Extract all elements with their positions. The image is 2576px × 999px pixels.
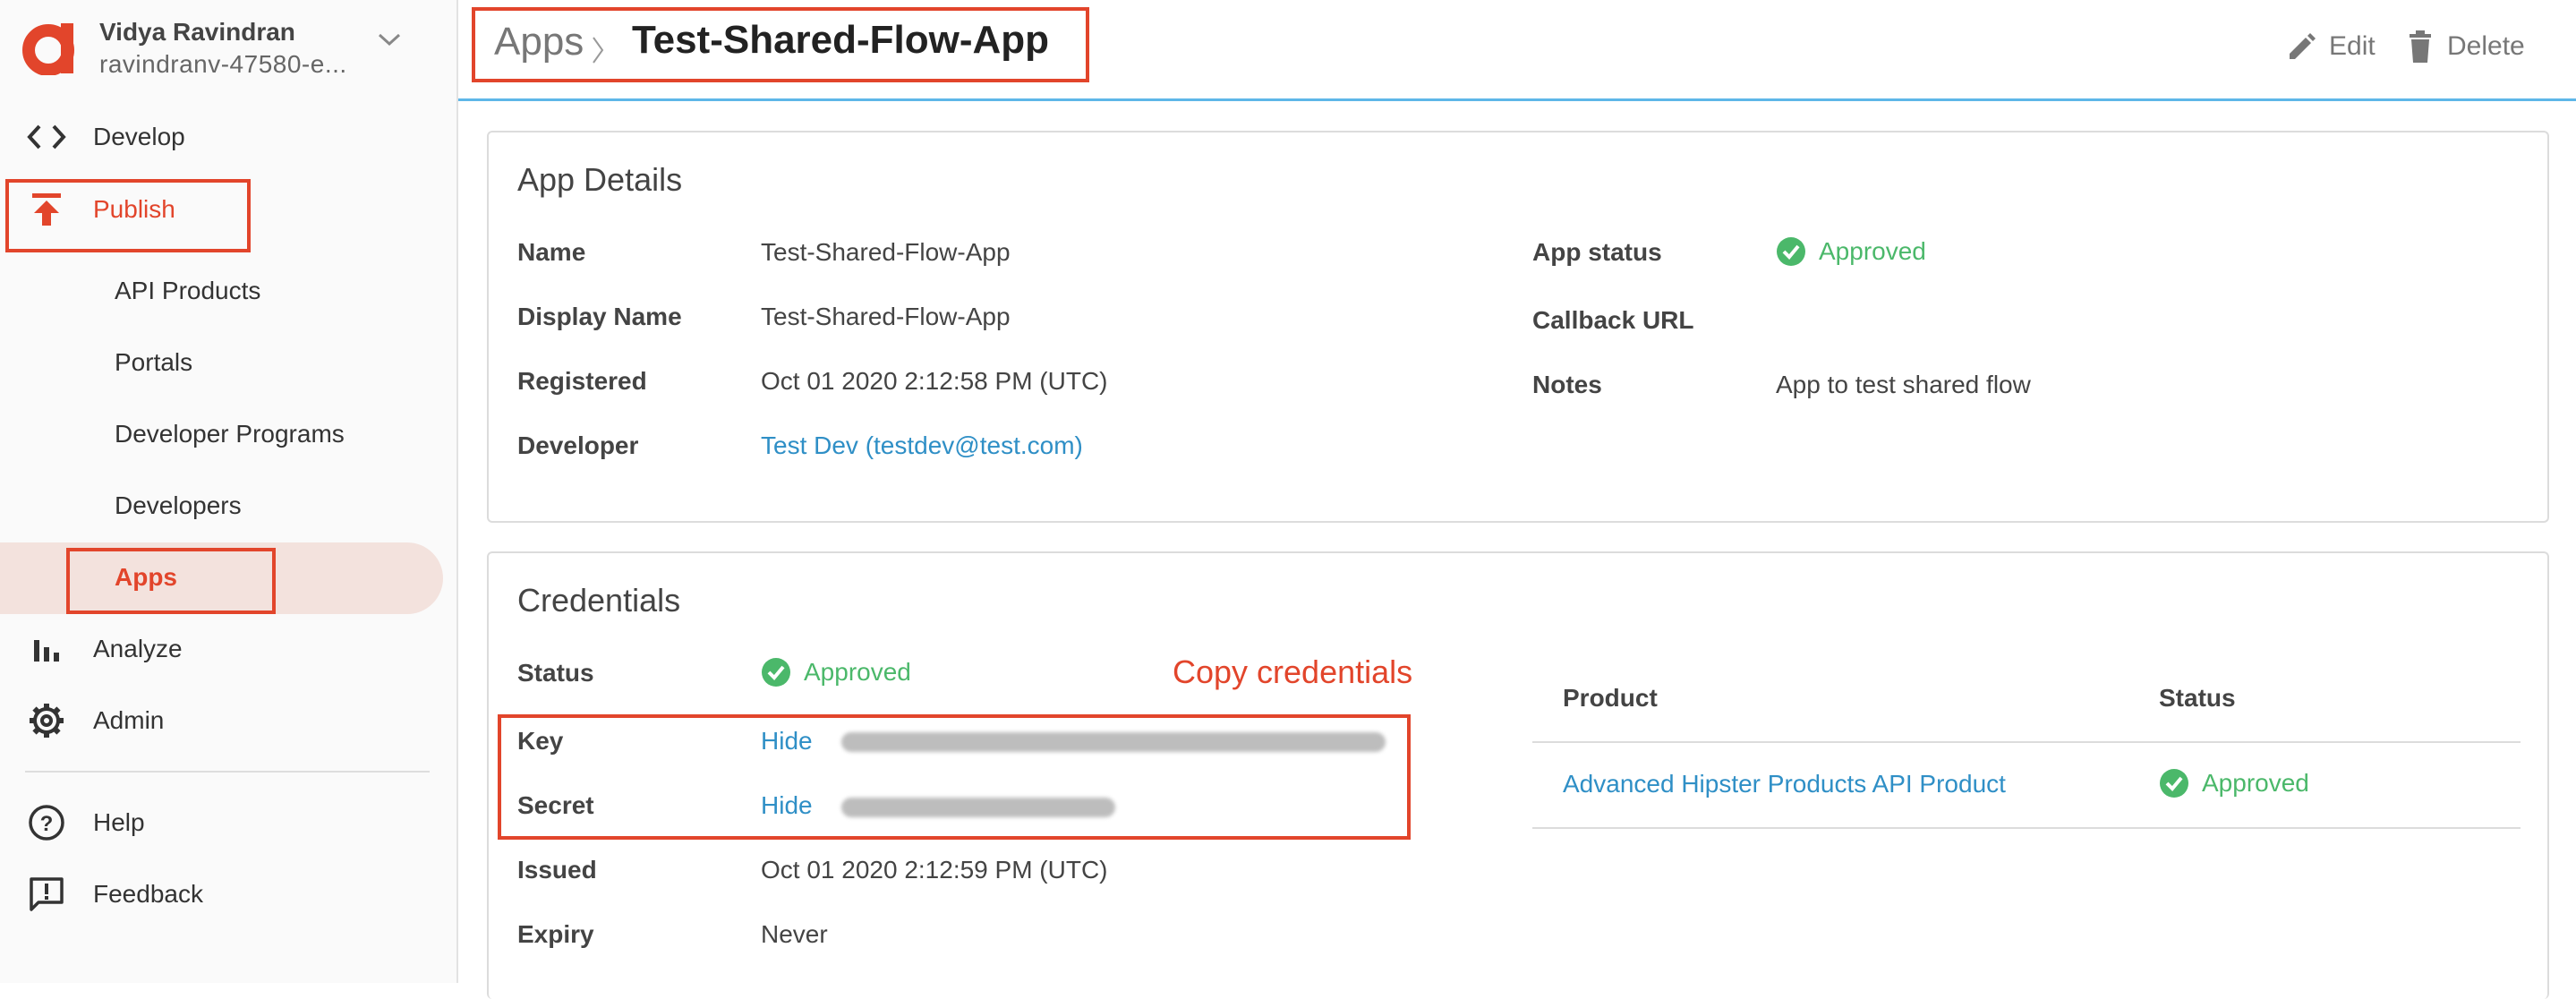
code-icon (27, 117, 66, 157)
table-row-divider (1532, 827, 2521, 829)
check-circle-icon (1777, 237, 1805, 266)
nav-admin-label: Admin (93, 706, 165, 734)
highlight-box-apps (66, 548, 276, 614)
credential-status-value: Approved (804, 658, 911, 686)
nav-feedback-label: Feedback (93, 880, 203, 908)
nav-analyze[interactable]: Analyze (0, 618, 456, 680)
display-name-value: Test-Shared-Flow-App (761, 303, 1011, 330)
pencil-icon (2290, 33, 2316, 59)
highlight-box-publish (5, 179, 251, 252)
nav-develop-label: Develop (93, 123, 185, 150)
developer-link[interactable]: Test Dev (testdev@test.com) (761, 431, 1083, 460)
delete-button[interactable]: Delete (2402, 25, 2525, 68)
nav-analyze-label: Analyze (93, 635, 183, 662)
app-status-value: Approved (1819, 237, 1926, 265)
notes-value: App to test shared flow (1776, 371, 2031, 398)
delete-label: Delete (2447, 31, 2525, 61)
page-header: Apps Test-Shared-Flow-App Edit Delete (458, 0, 2576, 101)
feedback-icon (27, 875, 66, 914)
chevron-down-icon[interactable] (376, 30, 403, 48)
nav-feedback[interactable]: Feedback (0, 863, 456, 926)
credentials-card: Credentials Status Approved Key Hide Sec… (487, 551, 2549, 999)
expiry-value: Never (761, 920, 828, 948)
user-org: ravindranv-47580-e... (99, 50, 347, 78)
table-header-divider (1532, 741, 2521, 743)
table-header-product: Product (1563, 684, 1658, 712)
name-label: Name (517, 238, 586, 266)
nav-portals[interactable]: Portals (115, 348, 192, 377)
app-details-title: App Details (517, 161, 683, 198)
credential-status-label: Status (517, 659, 594, 687)
check-circle-icon (762, 658, 790, 687)
name-value: Test-Shared-Flow-App (761, 238, 1011, 266)
highlight-box-credentials (498, 714, 1411, 840)
product-status-value: Approved (2202, 769, 2309, 797)
edit-label: Edit (2329, 31, 2376, 61)
copy-credentials-annotation: Copy credentials (1173, 653, 1413, 690)
sidebar: Vidya Ravindran ravindranv-47580-e... De… (0, 0, 458, 983)
credential-status-badge: Approved (761, 657, 911, 687)
issued-label: Issued (517, 856, 597, 884)
app-status-label: App status (1532, 238, 1662, 266)
sidebar-divider (25, 771, 430, 773)
product-link[interactable]: Advanced Hipster Products API Product (1563, 770, 2006, 798)
bar-chart-icon (27, 629, 66, 669)
nav-admin[interactable]: Admin (0, 689, 456, 752)
developer-label: Developer (517, 431, 639, 459)
nav-help-label: Help (93, 808, 145, 836)
nav-developers[interactable]: Developers (115, 491, 242, 520)
notes-label: Notes (1532, 371, 1602, 398)
edit-button[interactable]: Edit (2284, 25, 2376, 68)
nav-developer-programs[interactable]: Developer Programs (115, 420, 345, 448)
highlight-box-title (472, 7, 1089, 82)
issued-value: Oct 01 2020 2:12:59 PM (UTC) (761, 856, 1108, 884)
credentials-title: Credentials (517, 582, 681, 619)
registered-value: Oct 01 2020 2:12:58 PM (UTC) (761, 367, 1108, 395)
svg-text:?: ? (40, 812, 54, 836)
nav-help[interactable]: ? Help (0, 791, 456, 854)
app-details-card: App Details Name Test-Shared-Flow-App Di… (487, 131, 2549, 523)
expiry-label: Expiry (517, 920, 594, 948)
user-name: Vidya Ravindran (99, 18, 295, 46)
apigee-logo-icon[interactable] (21, 20, 75, 75)
table-header-status: Status (2159, 684, 2236, 712)
product-status-badge: Approved (2159, 768, 2309, 798)
callback-url-label: Callback URL (1532, 306, 1694, 334)
check-circle-icon (2160, 769, 2188, 798)
registered-label: Registered (517, 367, 647, 395)
gear-icon (27, 701, 66, 740)
display-name-label: Display Name (517, 303, 682, 330)
help-icon: ? (27, 803, 66, 842)
app-status-badge: Approved (1776, 236, 1926, 267)
nav-develop[interactable]: Develop (0, 106, 456, 168)
nav-api-products[interactable]: API Products (115, 277, 260, 305)
trash-icon (2410, 30, 2431, 63)
